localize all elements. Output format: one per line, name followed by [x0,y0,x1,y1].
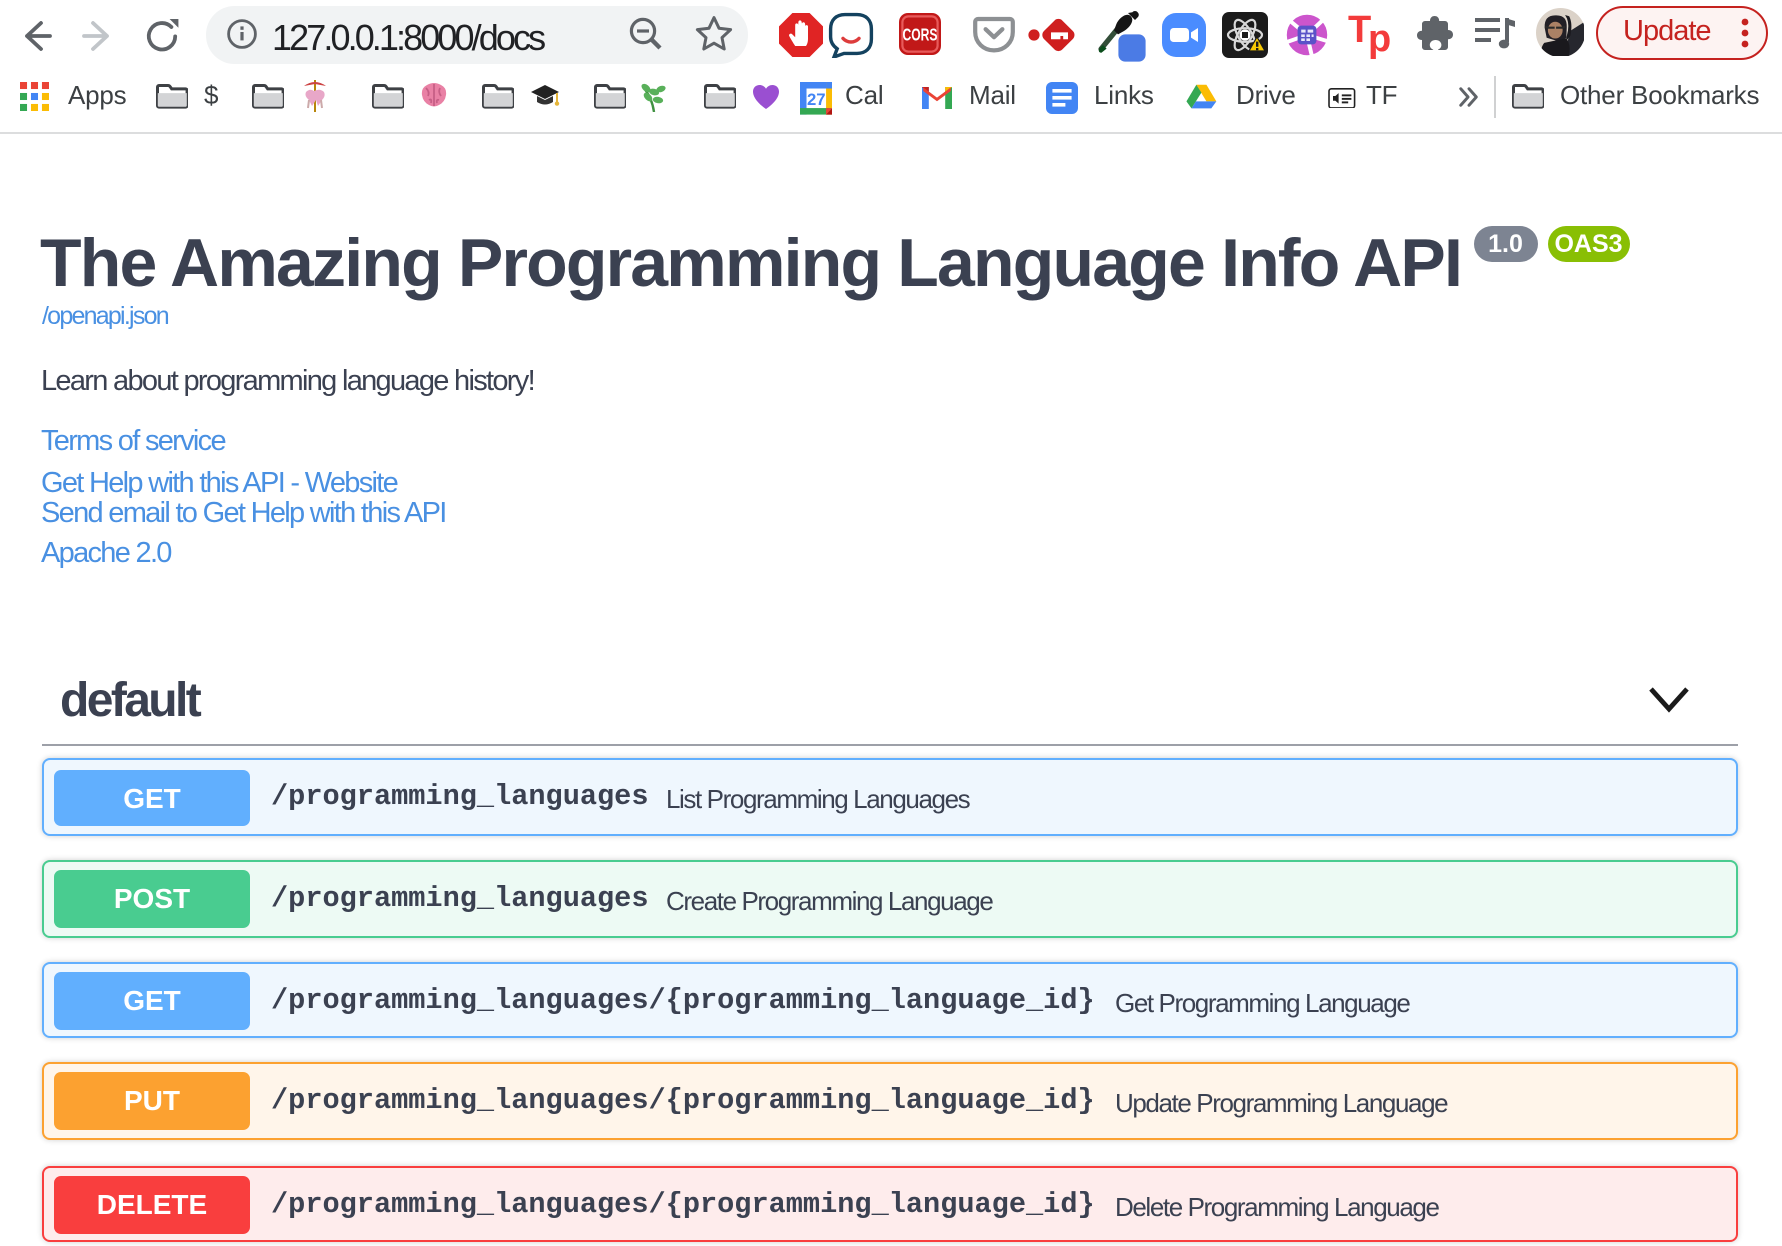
svg-text:27: 27 [807,91,826,110]
svg-text:p: p [1367,18,1390,60]
svg-text:CORS: CORS [903,24,938,44]
